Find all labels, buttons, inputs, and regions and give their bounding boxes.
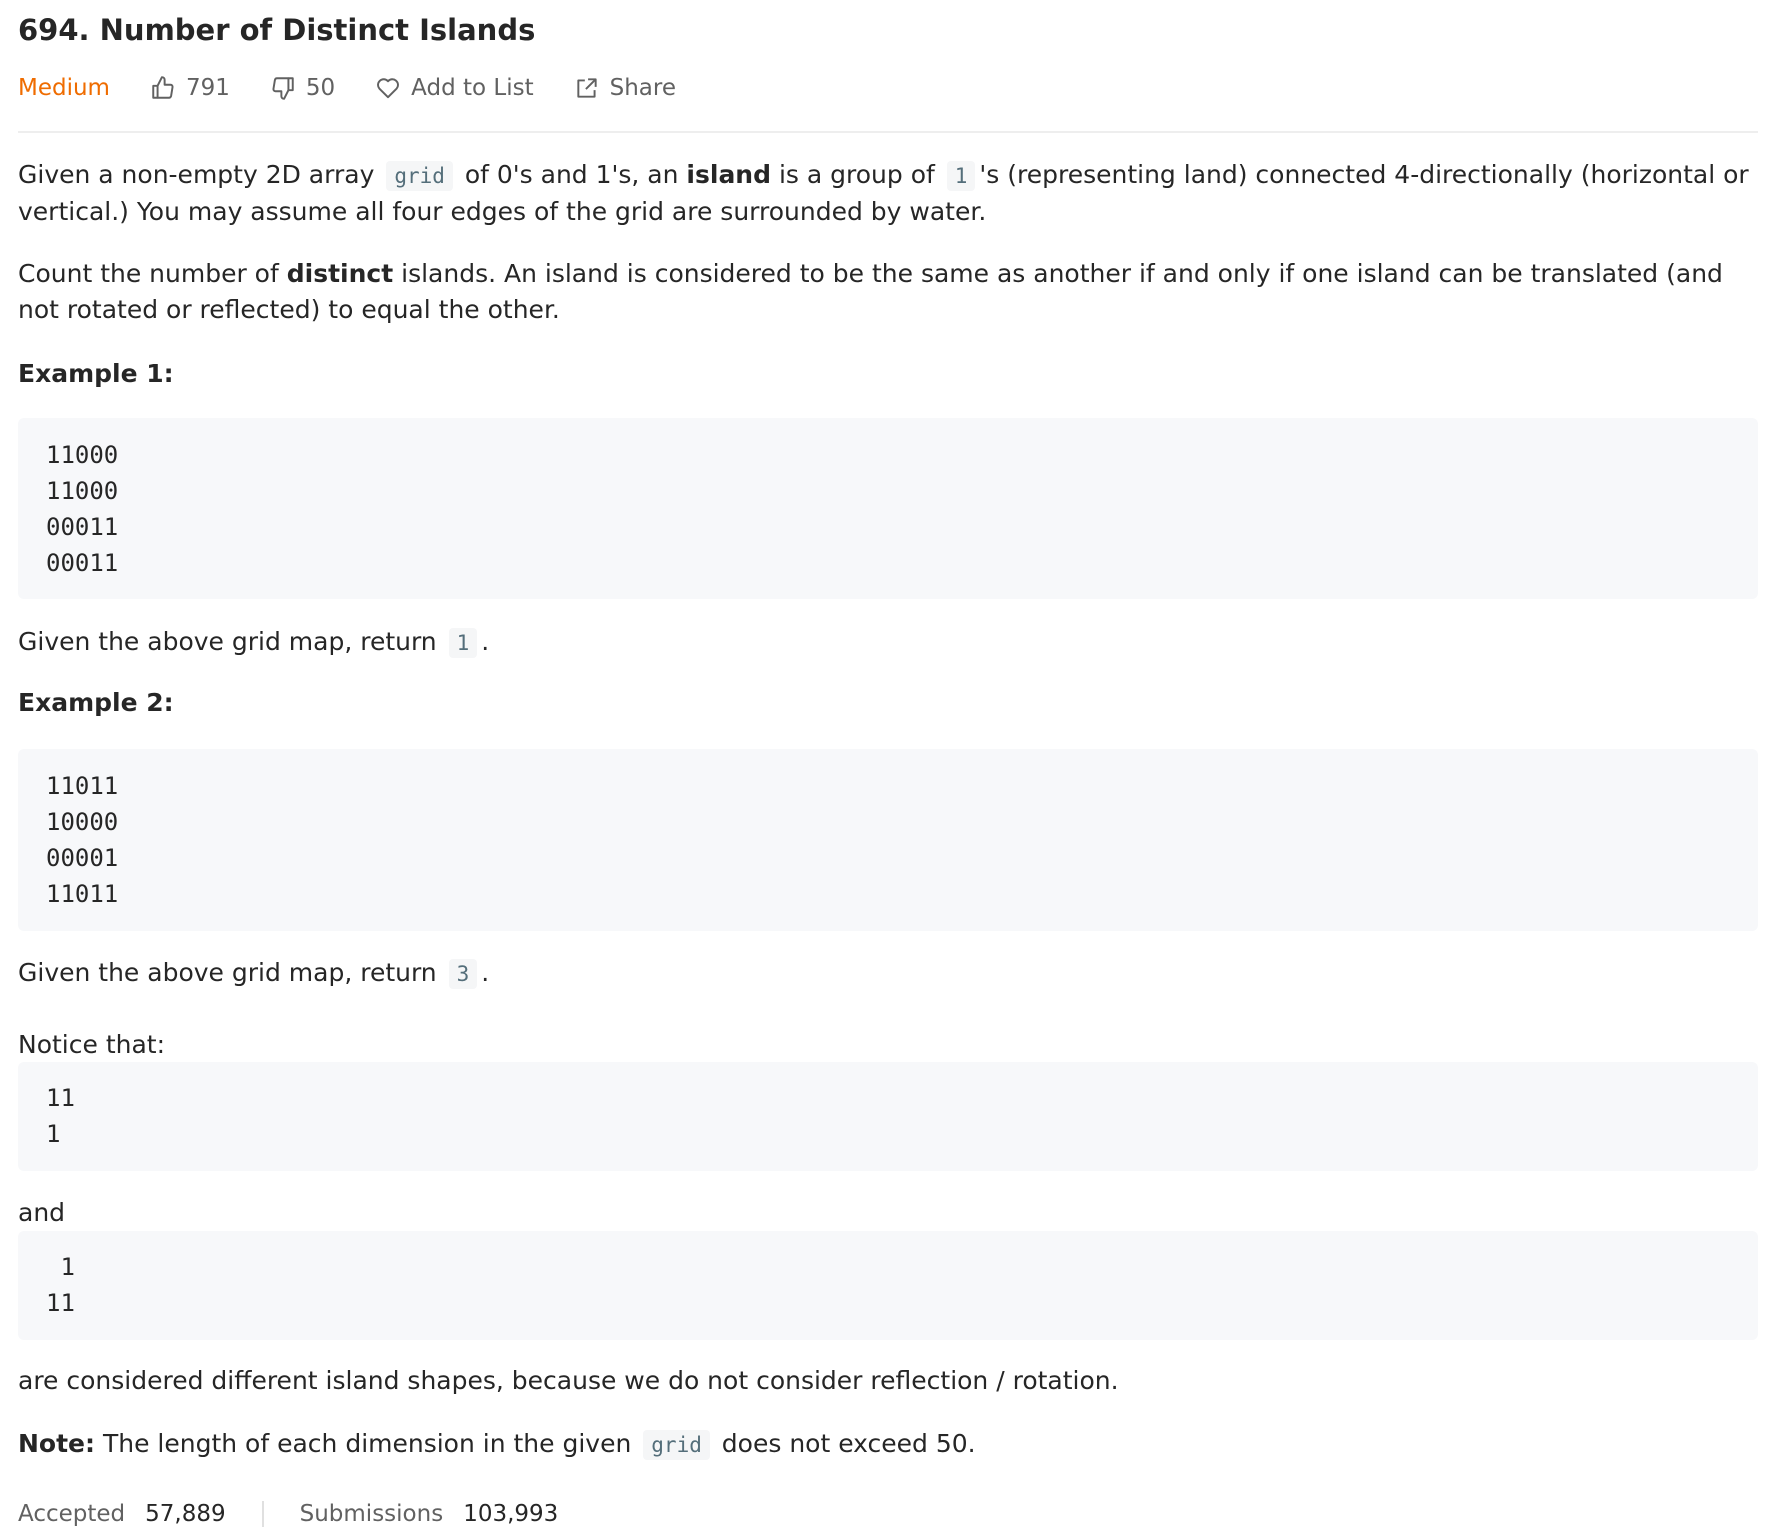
like-button[interactable]: 791 — [150, 66, 230, 110]
heart-icon — [377, 78, 400, 99]
bold-text: island — [686, 160, 772, 189]
inline-code: grid — [643, 1430, 710, 1460]
text: . — [481, 627, 490, 656]
thumbs-down-icon — [272, 77, 294, 100]
share-icon — [576, 78, 597, 98]
text: . — [481, 958, 490, 987]
problem-title: 694. Number of Distinct Islands — [18, 13, 536, 47]
submissions-label: Submissions — [299, 1501, 444, 1527]
dislike-count: 50 — [305, 75, 336, 101]
and-text: and — [18, 1198, 66, 1227]
accepted-label: Accepted — [18, 1501, 126, 1527]
text: Given a non-empty 2D array — [18, 160, 383, 189]
submission-stats: Accepted 57,889 Submissions 103,993 — [18, 1494, 558, 1534]
problem-description: 694. Number of Distinct Islands Medium 7… — [0, 0, 1784, 1540]
code-line: 00011 — [46, 549, 119, 577]
different-shapes-text: are considered different island shapes, … — [18, 1366, 1119, 1395]
difficulty-badge: Medium — [18, 75, 110, 101]
accepted-value: 57,889 — [145, 1501, 226, 1527]
description-paragraph-1: Given a non-empty 2D array grid of 0's a… — [18, 157, 1758, 230]
note-paragraph: Note: The length of each dimension in th… — [18, 1426, 1758, 1463]
inline-code: 1 — [946, 161, 976, 191]
code-line: 00011 — [46, 513, 119, 541]
notice-code-block: 11 1 — [18, 1062, 1758, 1171]
bold-text: distinct — [286, 259, 394, 288]
stats-divider — [261, 1501, 264, 1527]
note-label: Note: — [18, 1429, 96, 1458]
problem-meta-row: Medium 791 50 Add to List Share — [18, 66, 716, 110]
and-code-block: 1 11 — [18, 1231, 1758, 1340]
like-count: 791 — [185, 75, 230, 101]
notice-text: Notice that: — [18, 1030, 166, 1059]
text: Given the above grid map, return — [18, 627, 445, 656]
divider — [18, 131, 1758, 133]
share-button[interactable]: Share — [574, 66, 676, 110]
code-line: 11 — [46, 1084, 75, 1112]
inline-code: 1 — [448, 628, 478, 658]
example-2-code-block: 11011 10000 00001 11011 — [18, 749, 1758, 931]
submissions-value: 103,993 — [463, 1501, 559, 1527]
code-line: 10000 — [46, 808, 119, 836]
code-line: 00001 — [46, 844, 119, 872]
inline-code: 3 — [448, 959, 478, 989]
dislike-button[interactable]: 50 — [270, 66, 335, 110]
code-line: 11011 — [46, 772, 119, 800]
code-line: 11011 — [46, 880, 119, 908]
code-line: 1 — [46, 1120, 61, 1148]
code-line: 1 — [46, 1253, 75, 1281]
code-line: 11000 — [46, 441, 119, 469]
text: does not exceed 50. — [713, 1429, 976, 1458]
text: Given the above grid map, return — [18, 958, 445, 987]
text: The length of each dimension in the give… — [95, 1429, 640, 1458]
inline-code: grid — [386, 161, 453, 191]
text: Count the number of — [18, 259, 287, 288]
add-to-list-button[interactable]: Add to List — [375, 66, 534, 110]
example-1-result: Given the above grid map, return 1. — [18, 624, 1758, 661]
example-1-code-block: 11000 11000 00011 00011 — [18, 418, 1758, 599]
description-paragraph-2: Count the number of distinct islands. An… — [18, 256, 1758, 328]
code-line: 11 — [46, 1289, 75, 1317]
example-2-heading: Example 2: — [18, 688, 174, 717]
code-line: 11000 — [46, 477, 119, 505]
example-1-heading: Example 1: — [18, 359, 174, 388]
text: is a group of — [771, 160, 943, 189]
add-to-list-label: Add to List — [411, 75, 534, 101]
thumbs-up-icon — [152, 76, 174, 99]
text: of 0's and 1's, an — [456, 160, 687, 189]
example-2-result: Given the above grid map, return 3. — [18, 955, 1758, 992]
share-label: Share — [609, 75, 676, 101]
